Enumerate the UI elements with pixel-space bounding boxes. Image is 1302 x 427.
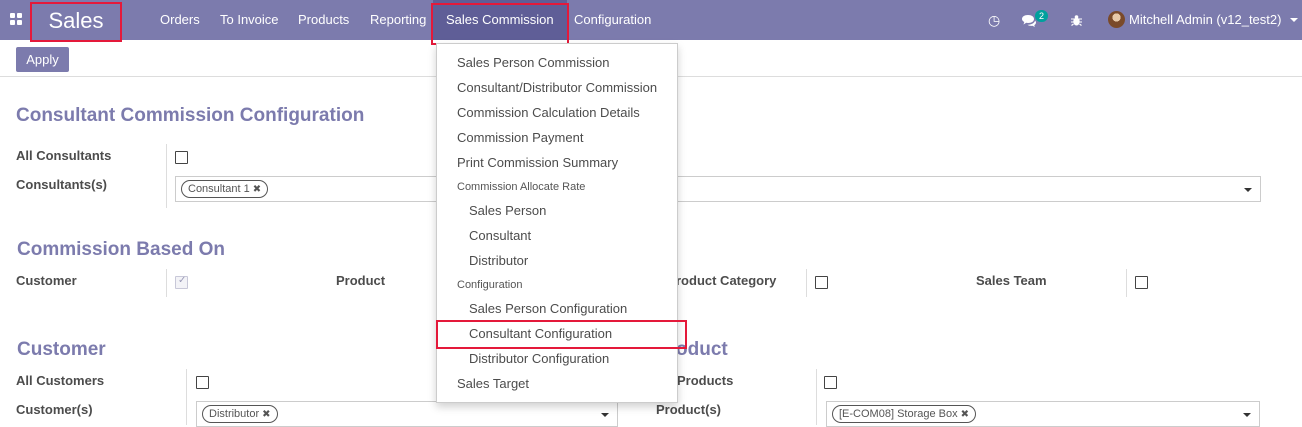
- based-on-customer-label: Customer: [16, 273, 77, 288]
- all-consultants-checkbox[interactable]: [175, 151, 188, 164]
- user-avatar[interactable]: [1108, 11, 1125, 28]
- debug-bug-icon[interactable]: [1070, 0, 1083, 40]
- customer-tag: Distributor ✖: [202, 405, 278, 423]
- menu-configuration[interactable]: Configuration: [574, 0, 651, 40]
- dd-distributor[interactable]: Distributor: [469, 253, 528, 268]
- consultants-label: Consultants(s): [16, 177, 107, 192]
- dd-header-configuration: Configuration: [457, 279, 523, 291]
- menu-products[interactable]: Products: [298, 0, 349, 40]
- consultant-section-title: Consultant Commission Configuration: [16, 105, 365, 126]
- menu-orders[interactable]: Orders: [160, 0, 200, 40]
- menu-highlight-box: [431, 3, 569, 45]
- menu-to-invoice[interactable]: To Invoice: [220, 0, 279, 40]
- all-products-checkbox[interactable]: [824, 376, 837, 389]
- dd-distributor-configuration[interactable]: Distributor Configuration: [469, 351, 609, 366]
- all-customers-checkbox[interactable]: [196, 376, 209, 389]
- dropdown-caret-icon[interactable]: [1244, 188, 1252, 192]
- dd-sales-person-commission[interactable]: Sales Person Commission: [457, 55, 609, 70]
- based-on-sales-team-checkbox[interactable]: [1135, 276, 1148, 289]
- based-on-sales-team-label: Sales Team: [976, 273, 1047, 288]
- based-on-product-category-checkbox[interactable]: [815, 276, 828, 289]
- dd-consultant-distributor-commission[interactable]: Consultant/Distributor Commission: [457, 80, 657, 95]
- dd-commission-payment[interactable]: Commission Payment: [457, 130, 583, 145]
- dd-print-commission-summary[interactable]: Print Commission Summary: [457, 155, 618, 170]
- all-customers-label: All Customers: [16, 373, 105, 388]
- divider: [186, 369, 187, 425]
- divider: [806, 269, 807, 297]
- dd-sales-person-configuration[interactable]: Sales Person Configuration: [469, 301, 627, 316]
- dd-sales-person[interactable]: Sales Person: [469, 203, 546, 218]
- products-label: Product(s): [656, 402, 721, 417]
- activity-clock-icon[interactable]: ◷: [988, 0, 1000, 40]
- dd-sales-target[interactable]: Sales Target: [457, 376, 529, 391]
- user-menu[interactable]: Mitchell Admin (v12_test2): [1129, 0, 1281, 40]
- messages-count-badge: 2: [1035, 10, 1049, 22]
- customers-label: Customer(s): [16, 402, 93, 417]
- based-on-product-category-label: roduct Category: [676, 273, 777, 288]
- dropdown-caret-icon[interactable]: [1243, 413, 1251, 417]
- all-consultants-label: All Consultants: [16, 148, 112, 163]
- apps-menu-icon[interactable]: [10, 13, 23, 26]
- customers-field[interactable]: Distributor ✖: [196, 401, 618, 427]
- consultant-tag: Consultant 1 ✖: [181, 180, 269, 198]
- tag-remove-icon[interactable]: ✖: [961, 409, 969, 420]
- products-field[interactable]: [E-COM08] Storage Box ✖: [826, 401, 1260, 427]
- apply-button[interactable]: Apply: [16, 47, 69, 72]
- top-navbar: Sales Orders To Invoice Products Reporti…: [0, 0, 1302, 45]
- sales-commission-dropdown: Sales Person Commission Consultant/Distr…: [436, 43, 678, 403]
- user-menu-caret-icon[interactable]: [1290, 18, 1298, 22]
- consultants-field[interactable]: Consultant 1 ✖: [175, 176, 1261, 202]
- divider: [1126, 269, 1127, 297]
- discuss-chat-icon[interactable]: [1021, 0, 1037, 40]
- all-products-label: Products: [677, 373, 734, 388]
- customer-section-title: Customer: [17, 339, 106, 360]
- divider: [816, 369, 817, 425]
- divider: [166, 269, 167, 297]
- app-brand[interactable]: Sales: [30, 2, 122, 42]
- consultant-configuration-highlight-box: [436, 320, 687, 349]
- dd-commission-calculation-details[interactable]: Commission Calculation Details: [457, 105, 640, 120]
- tag-remove-icon[interactable]: ✖: [262, 409, 270, 420]
- based-on-product-label: Product: [336, 273, 386, 288]
- menu-reporting[interactable]: Reporting: [370, 0, 426, 40]
- product-tag: [E-COM08] Storage Box ✖: [832, 405, 976, 423]
- dd-header-allocate-rate: Commission Allocate Rate: [457, 181, 586, 193]
- divider: [166, 144, 167, 208]
- based-on-title: Commission Based On: [17, 239, 225, 260]
- dropdown-caret-icon[interactable]: [601, 413, 609, 417]
- dd-consultant[interactable]: Consultant: [469, 228, 531, 243]
- based-on-customer-checkbox[interactable]: [175, 275, 188, 289]
- tag-remove-icon[interactable]: ✖: [253, 184, 261, 195]
